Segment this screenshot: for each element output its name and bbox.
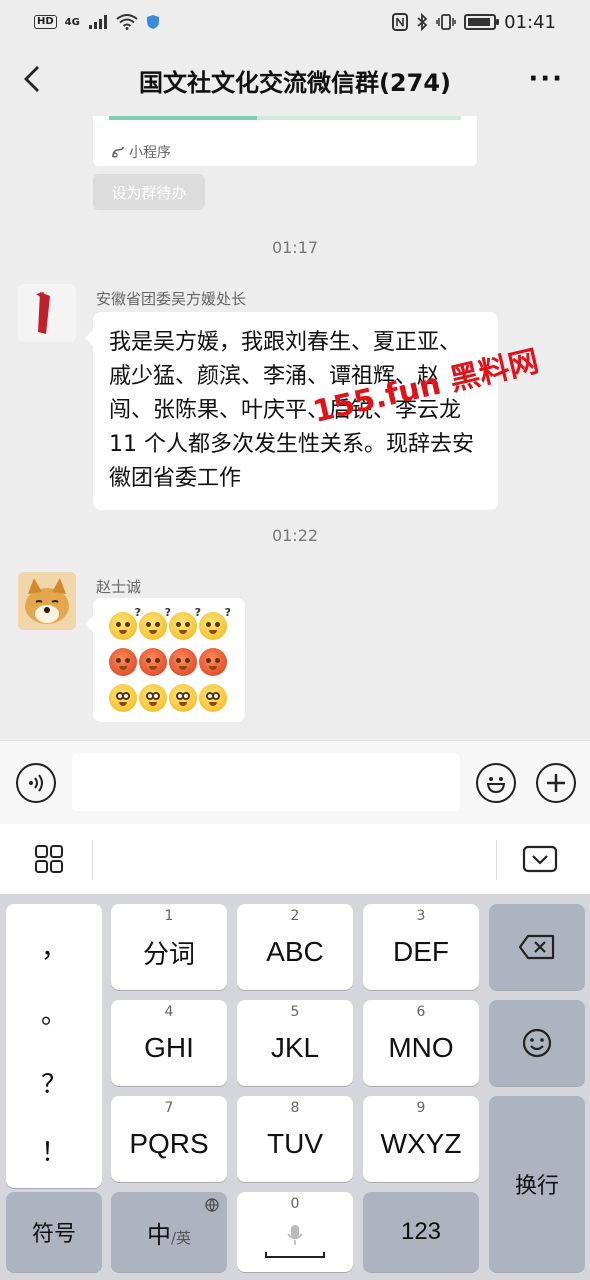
smiley-icon: [522, 1028, 552, 1058]
avatar[interactable]: [18, 572, 76, 630]
plus-icon[interactable]: [536, 763, 576, 803]
mini-program-icon: [112, 146, 124, 158]
key-3[interactable]: 3 DEF: [363, 904, 479, 990]
angry-sticker-icon: [169, 648, 197, 676]
punct-comma[interactable]: ，: [6, 928, 102, 965]
globe-icon: [205, 1198, 219, 1212]
bluetooth-icon: [417, 13, 428, 31]
sticker-grid: ????: [93, 598, 245, 722]
enter-key[interactable]: 换行: [489, 1096, 585, 1272]
microphone-icon: [287, 1225, 303, 1245]
thinking-sticker-icon: ?: [139, 606, 171, 640]
wifi-icon: [116, 14, 138, 30]
vibrate-icon: [436, 14, 456, 30]
set-group-todo-button[interactable]: 设为群待办: [93, 174, 205, 210]
chat-header: 国文社文化交流微信群(274) ···: [0, 44, 590, 116]
grid-menu-icon[interactable]: [34, 844, 64, 874]
thinking-sticker-icon: ?: [169, 606, 201, 640]
logo-avatar-icon: [36, 292, 50, 334]
angry-sticker-icon: [109, 648, 137, 676]
chat-title: 国文社文化交流微信群(274): [138, 68, 452, 97]
mini-program-label: 小程序: [129, 145, 171, 161]
shocked-sticker-icon: [169, 684, 197, 712]
sticker-bubble[interactable]: ????: [85, 598, 245, 722]
mini-program-card[interactable]: 小程序: [93, 116, 477, 166]
shocked-sticker-icon: [139, 684, 167, 712]
shield-icon: [146, 15, 159, 29]
battery-icon: [464, 14, 500, 30]
key-5[interactable]: 5 JKL: [237, 1000, 353, 1086]
punct-period[interactable]: 。: [6, 994, 102, 1031]
key-4[interactable]: 4 GHI: [111, 1000, 227, 1086]
key-6[interactable]: 6 MNO: [363, 1000, 479, 1086]
angry-sticker-icon: [199, 648, 227, 676]
nfc-icon: [392, 13, 409, 31]
numeric-key[interactable]: 123: [363, 1192, 479, 1272]
backspace-key[interactable]: [489, 904, 585, 990]
key-8[interactable]: 8 TUV: [237, 1096, 353, 1182]
key-1[interactable]: 1 分词: [111, 904, 227, 990]
sender-name: 赵士诚: [96, 578, 142, 596]
network-type: 4G: [64, 16, 80, 28]
space-key[interactable]: 0: [237, 1192, 353, 1272]
shocked-sticker-icon: [199, 684, 227, 712]
message-input[interactable]: [72, 753, 460, 811]
chevron-left-icon[interactable]: [18, 64, 48, 94]
emoji-key[interactable]: [489, 1000, 585, 1086]
symbol-key[interactable]: 符号: [6, 1192, 102, 1272]
angry-sticker-icon: [139, 648, 167, 676]
key-2[interactable]: 2 ABC: [237, 904, 353, 990]
timestamp: 01:17: [271, 238, 319, 257]
punct-question[interactable]: ？: [6, 1064, 102, 1101]
chat-area[interactable]: 小程序 设为群待办 01:17 安徽省团委吴方媛处长 我是吴方媛，我跟刘春生、夏…: [0, 116, 590, 740]
signal-icon: [88, 15, 107, 29]
language-switch-key[interactable]: 中 /英: [111, 1192, 227, 1272]
space-bar-icon: [265, 1252, 325, 1258]
shocked-sticker-icon: [109, 684, 137, 712]
clock: 01:41: [504, 11, 556, 33]
status-bar: HD 4G 01:41: [0, 0, 590, 44]
dog-avatar-icon: [18, 572, 76, 630]
mini-program-progress: [109, 116, 461, 120]
keyboard-toolbar: [0, 824, 590, 894]
voice-icon[interactable]: [16, 763, 56, 803]
hd-indicator: HD: [34, 15, 57, 29]
emoji-icon[interactable]: [476, 763, 516, 803]
avatar[interactable]: [18, 284, 76, 342]
input-bar: [0, 740, 590, 824]
sender-name: 安徽省团委吴方媛处长: [96, 290, 247, 308]
punct-exclaim[interactable]: ！: [6, 1132, 102, 1169]
message-bubble[interactable]: 我是吴方媛，我跟刘春生、夏正亚、戚少猛、颜滨、李涌、谭祖辉、赵闯、张陈果、叶庆平…: [85, 312, 498, 510]
key-7[interactable]: 7 PQRS: [111, 1096, 227, 1182]
more-dots-icon[interactable]: ···: [528, 66, 564, 92]
key-9[interactable]: 9 WXYZ: [363, 1096, 479, 1182]
backspace-icon: [518, 934, 555, 960]
keyboard-hide-icon[interactable]: [522, 845, 558, 873]
t9-keyboard: ， 。 ？ ！ 1 分词 2 ABC 3 DEF 4 GHI 5 JKL 6 MNO 7 PQ…: [0, 894, 590, 1280]
punctuation-column[interactable]: ， 。 ？ ！: [6, 904, 102, 1188]
thinking-sticker-icon: ?: [109, 606, 141, 640]
timestamp: 01:22: [271, 526, 319, 545]
thinking-sticker-icon: ?: [199, 606, 231, 640]
